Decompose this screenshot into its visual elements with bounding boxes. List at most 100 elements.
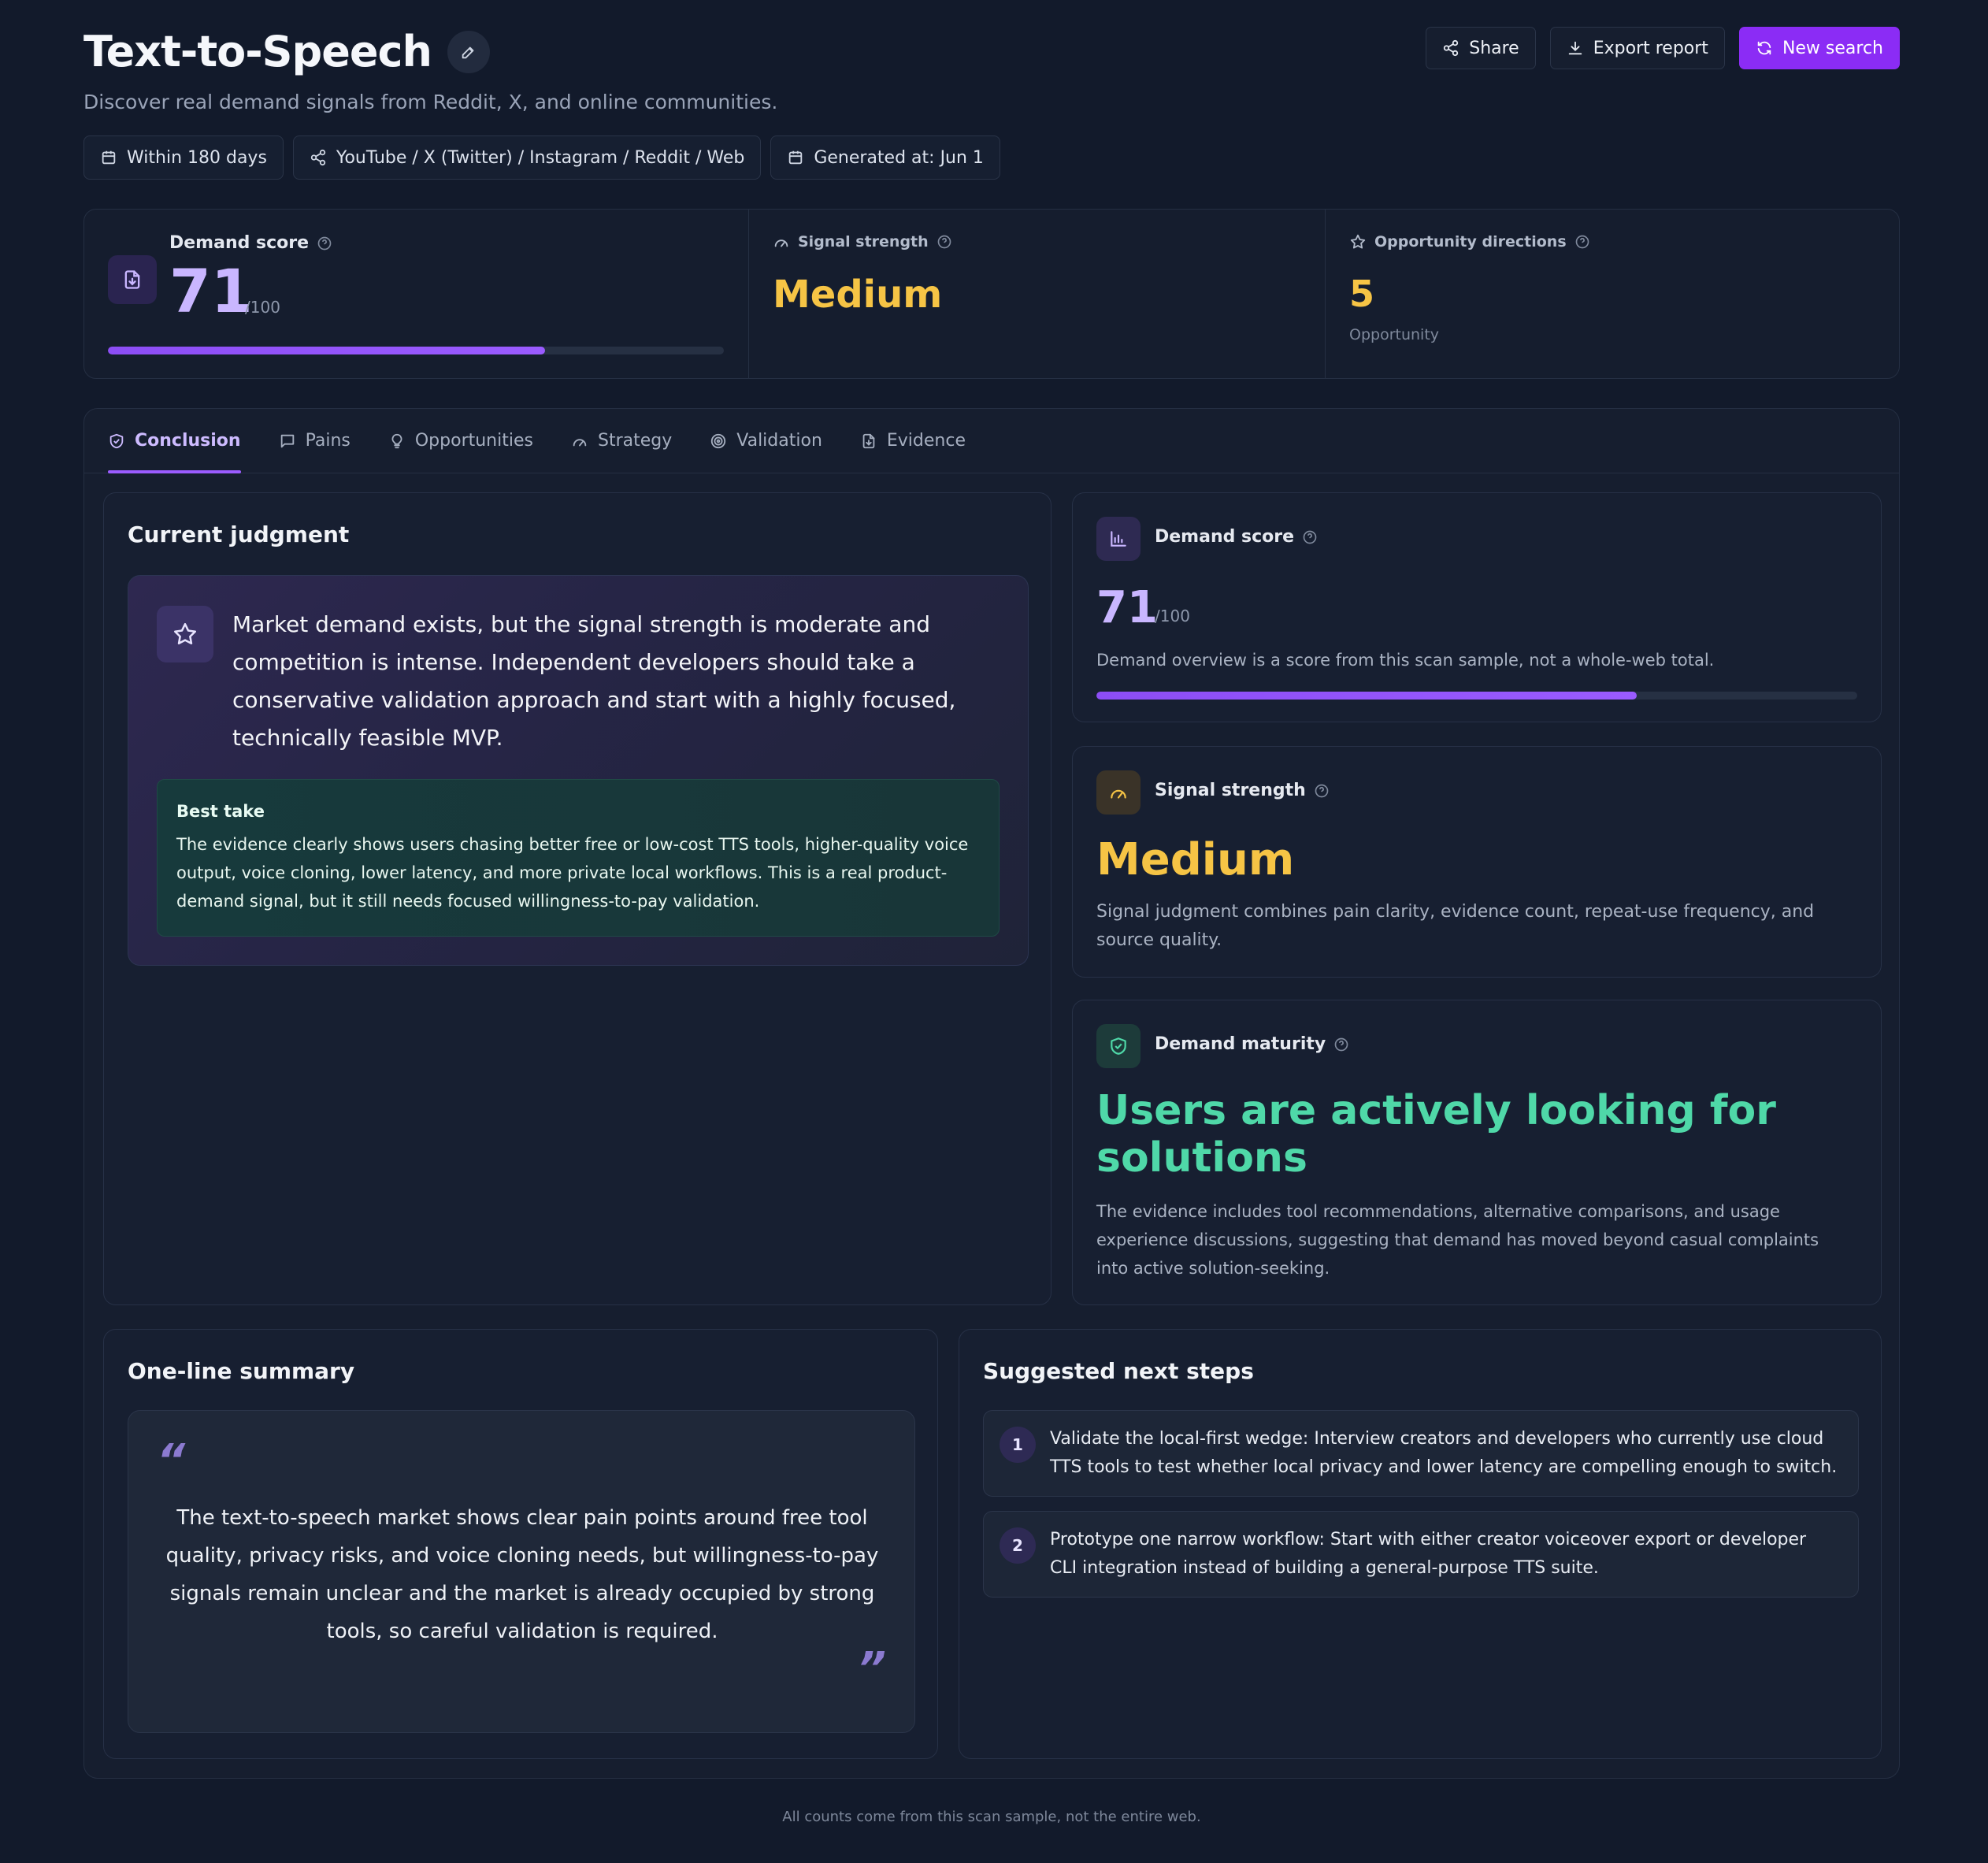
signal-strength-label: Signal strength (773, 233, 952, 251)
edit-title-button[interactable] (447, 30, 490, 73)
report-page: Text-to-Speech Discover real demand sign… (83, 0, 1900, 1825)
calendar-icon (789, 150, 803, 165)
shield-check-icon (1111, 1037, 1126, 1055)
download-icon (1568, 41, 1582, 55)
step-number: 2 (1000, 1527, 1036, 1564)
signal-strength-value: Medium (773, 273, 943, 317)
judgment-icon-box (157, 606, 213, 662)
judgment-highlight: Market demand exists, but the signal str… (128, 575, 1029, 966)
opportunity-directions-label: Opportunity directions (1349, 233, 1590, 251)
opportunity-directions-metric: Opportunity directions 5 Opportunity (1325, 210, 1899, 378)
demand-card-max: /100 (1155, 607, 1190, 625)
target-icon (711, 433, 726, 448)
star-icon (1350, 234, 1366, 249)
demand-progress-fill (108, 347, 546, 354)
report-body: Conclusion Pains Opportunities Strategy … (83, 408, 1900, 1779)
tab-conclusion-label: Conclusion (135, 431, 241, 451)
demand-chart-icon-box (1096, 517, 1141, 561)
step-item: 2 Prototype one narrow workflow: Start w… (983, 1511, 1859, 1598)
next-steps-card: Suggested next steps 1 Validate the loca… (959, 1329, 1882, 1759)
step-item: 1 Validate the local-first wedge: Interv… (983, 1410, 1859, 1497)
title-row: Text-to-Speech (83, 27, 490, 76)
signal-icon-box (1096, 770, 1141, 815)
gauge-icon (774, 239, 788, 247)
judgment-text: Market demand exists, but the signal str… (232, 611, 956, 751)
tab-pains-label: Pains (305, 431, 350, 451)
demand-card-progress-bar (1096, 692, 1857, 700)
demand-score-card: Demand score 71 /100 Demand overview is … (1072, 492, 1882, 722)
gauge-icon (1111, 789, 1126, 799)
help-icon[interactable] (1333, 1037, 1349, 1052)
opportunity-directions-text: Opportunity directions (1374, 233, 1567, 251)
metrics-strip: Demand score 71 /100 Signal strength Med… (83, 209, 1900, 379)
filter-chips: Within 180 days YouTube / X (Twitter) / … (83, 135, 1000, 180)
export-label: Export report (1593, 38, 1708, 58)
shield-check-icon (109, 433, 124, 448)
gauge-icon (573, 438, 587, 446)
tab-evidence-label: Evidence (886, 431, 966, 451)
tab-validation-label: Validation (736, 431, 822, 451)
maturity-card-desc: The evidence includes tool recommendatio… (1096, 1202, 1819, 1278)
tab-evidence[interactable]: Evidence (860, 409, 966, 473)
file-download-icon (124, 270, 140, 289)
time-range-label: Within 180 days (127, 147, 267, 168)
tab-strategy[interactable]: Strategy (571, 409, 672, 473)
help-icon[interactable] (1574, 234, 1590, 250)
close-quote-icon: ” (857, 1643, 886, 1694)
generated-label: Generated at: Jun 1 (814, 147, 984, 168)
tab-opportunities-label: Opportunities (414, 431, 533, 451)
demand-maturity-card: Demand maturity Users are actively looki… (1072, 1000, 1882, 1305)
tab-bar: Conclusion Pains Opportunities Strategy … (84, 409, 1899, 473)
tab-validation[interactable]: Validation (710, 409, 822, 473)
help-icon[interactable] (317, 236, 332, 251)
calendar-icon (102, 150, 116, 165)
signal-card-label: Signal strength (1155, 781, 1330, 800)
best-take-text: The evidence clearly shows users chasing… (176, 835, 969, 911)
share-button[interactable]: Share (1426, 27, 1536, 69)
demand-score-label: Demand score (169, 233, 332, 253)
help-icon[interactable] (1302, 529, 1318, 545)
tab-pains[interactable]: Pains (279, 409, 350, 473)
new-search-button[interactable]: New search (1738, 27, 1900, 69)
maturity-card-label-text: Demand maturity (1155, 1034, 1326, 1054)
star-icon (173, 622, 197, 645)
maturity-icon-box (1096, 1024, 1141, 1068)
opportunity-directions-value: 5 (1349, 273, 1375, 315)
tab-strategy-label: Strategy (597, 431, 673, 451)
lightbulb-icon (391, 433, 402, 448)
summary-quote-box: “ The text-to-speech market shows clear … (128, 1410, 915, 1733)
open-quote-icon: “ (157, 1435, 186, 1486)
demand-card-desc: Demand overview is a score from this sca… (1096, 651, 1715, 670)
demand-card-label-text: Demand score (1155, 527, 1295, 547)
maturity-card-label: Demand maturity (1155, 1034, 1349, 1054)
tab-opportunities[interactable]: Opportunities (388, 409, 533, 473)
refresh-icon (1757, 41, 1771, 55)
one-line-summary-card: One-line summary “ The text-to-speech ma… (103, 1329, 938, 1759)
header-actions: Share Export report New search (1426, 27, 1900, 69)
step-number: 1 (1000, 1427, 1036, 1463)
page-subtitle: Discover real demand signals from Reddit… (83, 91, 778, 113)
demand-card-progress-fill (1096, 692, 1637, 700)
demand-score-metric: Demand score 71 /100 (84, 210, 748, 378)
tab-conclusion[interactable]: Conclusion (108, 409, 241, 473)
step-text: Prototype one narrow workflow: Start wit… (1050, 1530, 1807, 1578)
help-icon[interactable] (1314, 783, 1330, 799)
signal-strength-metric: Signal strength Medium (748, 210, 1325, 378)
page-title: Text-to-Speech (83, 27, 432, 76)
demand-icon-box (108, 255, 157, 304)
help-icon[interactable] (937, 234, 952, 250)
sources-chip[interactable]: YouTube / X (Twitter) / Instagram / Redd… (292, 135, 762, 180)
opportunity-sublabel: Opportunity (1349, 326, 1440, 343)
footer-note: All counts come from this scan sample, n… (782, 1809, 1201, 1825)
best-take-box: Best take The evidence clearly shows use… (157, 779, 1000, 937)
page-header: Text-to-Speech Discover real demand sign… (83, 0, 1900, 205)
demand-progress-bar (108, 347, 724, 354)
sources-label: YouTube / X (Twitter) / Instagram / Redd… (336, 147, 745, 168)
demand-score-value: 71 (169, 256, 253, 326)
time-range-chip[interactable]: Within 180 days (83, 135, 284, 180)
export-report-button[interactable]: Export report (1549, 27, 1725, 69)
generated-chip: Generated at: Jun 1 (770, 135, 1000, 180)
summary-title: One-line summary (128, 1358, 355, 1384)
pencil-icon (462, 46, 474, 58)
share-label: Share (1469, 38, 1519, 58)
